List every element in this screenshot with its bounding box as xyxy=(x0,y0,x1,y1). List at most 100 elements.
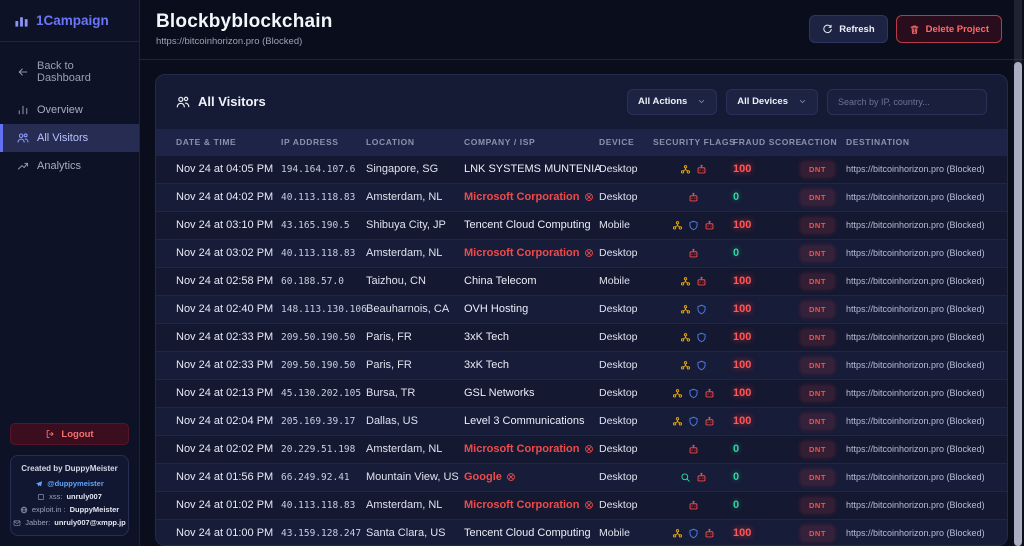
cell-datetime: Nov 24 at 01:56 PM xyxy=(176,471,281,483)
devices-filter-value: All Devices xyxy=(737,96,788,107)
table-row: Nov 24 at 02:40 PM148.113.130.106Beauhar… xyxy=(156,295,1007,323)
sidebar-item-analytics[interactable]: Analytics xyxy=(0,152,139,180)
cell-device: Mobile xyxy=(599,219,653,231)
cell-destination: https://bitcoinhorizon.pro (Blocked) xyxy=(846,220,987,230)
bot-flag-icon xyxy=(704,388,715,399)
cell-company: Tencent Cloud Computing xyxy=(464,219,599,231)
cell-destination: https://bitcoinhorizon.pro (Blocked) xyxy=(846,248,987,258)
cell-location: Dallas, US xyxy=(366,415,464,427)
proxy-flag-icon xyxy=(672,388,683,399)
cell-destination: https://bitcoinhorizon.pro (Blocked) xyxy=(846,360,987,370)
app-logo[interactable]: 1Campaign xyxy=(0,0,139,41)
telegram-icon xyxy=(35,480,43,488)
cell-device: Mobile xyxy=(599,275,653,287)
mail-icon xyxy=(13,519,21,527)
cell-action: DNT xyxy=(801,246,846,261)
cell-fraud-score: 0 xyxy=(733,499,801,511)
cell-security-flags xyxy=(653,304,733,315)
cell-device: Desktop xyxy=(599,247,653,259)
company-name: Level 3 Communications xyxy=(464,415,584,427)
column-header: SECURITY FLAGS xyxy=(653,137,733,147)
dnt-badge: DNT xyxy=(801,218,834,233)
cell-fraud-score: 0 xyxy=(733,443,801,455)
cell-ip-address: 66.249.92.41 xyxy=(281,472,366,483)
bot-flag-icon xyxy=(704,220,715,231)
cell-device: Desktop xyxy=(599,303,653,315)
cell-ip-address: 40.113.118.83 xyxy=(281,248,366,259)
actions-filter-dropdown[interactable]: All Actions xyxy=(627,89,717,115)
company-name: China Telecom xyxy=(464,275,537,287)
cell-company: Microsoft Corporation xyxy=(464,443,599,455)
cell-company: OVH Hosting xyxy=(464,303,599,315)
cell-company: Tencent Cloud Computing xyxy=(464,527,599,539)
cell-fraud-score: 0 xyxy=(733,471,801,483)
cell-location: Singapore, SG xyxy=(366,163,464,175)
cell-company: Microsoft Corporation xyxy=(464,499,599,511)
cell-fraud-score: 100 xyxy=(733,415,801,427)
cell-destination: https://bitcoinhorizon.pro (Blocked) xyxy=(846,416,987,426)
logout-button[interactable]: Logout xyxy=(10,423,129,445)
table-row: Nov 24 at 02:02 PM20.229.51.198Amsterdam… xyxy=(156,435,1007,463)
company-name: Google xyxy=(464,471,502,483)
search-input[interactable] xyxy=(827,89,987,115)
shield-flag-icon xyxy=(688,416,699,427)
cell-fraud-score: 100 xyxy=(733,331,801,343)
cell-action: DNT xyxy=(801,302,846,317)
credit-line: Jabber:unruly007@xmpp.jp xyxy=(17,518,122,527)
dnt-badge: DNT xyxy=(801,162,834,177)
cell-security-flags xyxy=(653,164,733,175)
shield-flag-icon xyxy=(688,528,699,539)
refresh-button[interactable]: Refresh xyxy=(809,15,887,43)
company-name: Tencent Cloud Computing xyxy=(464,527,591,539)
refresh-icon xyxy=(822,24,833,35)
cell-fraud-score: 100 xyxy=(733,275,801,287)
table-row: Nov 24 at 02:33 PM209.50.190.50Paris, FR… xyxy=(156,323,1007,351)
cell-datetime: Nov 24 at 02:02 PM xyxy=(176,443,281,455)
sidebar-item-overview[interactable]: Overview xyxy=(0,96,139,124)
cell-fraud-score: 100 xyxy=(733,163,801,175)
cell-datetime: Nov 24 at 03:02 PM xyxy=(176,247,281,259)
cell-security-flags xyxy=(653,360,733,371)
search-flag-icon xyxy=(680,472,691,483)
blocked-icon xyxy=(584,444,594,454)
blocked-icon xyxy=(506,472,516,482)
cell-datetime: Nov 24 at 02:33 PM xyxy=(176,359,281,371)
blocked-icon xyxy=(584,500,594,510)
company-name: 3xK Tech xyxy=(464,331,509,343)
blocked-icon xyxy=(584,248,594,258)
dnt-badge: DNT xyxy=(801,246,834,261)
back-to-dashboard-link[interactable]: Back to Dashboard xyxy=(0,52,139,92)
cell-ip-address: 148.113.130.106 xyxy=(281,304,366,315)
users-icon xyxy=(176,95,190,109)
page-subtitle: https://bitcoinhorizon.pro (Blocked) xyxy=(156,36,333,47)
bar-chart-logo-icon xyxy=(14,13,29,28)
shield-flag-icon xyxy=(688,388,699,399)
cell-security-flags xyxy=(653,192,733,203)
table-row: Nov 24 at 01:00 PM43.159.128.247Santa Cl… xyxy=(156,519,1007,546)
cell-action: DNT xyxy=(801,162,846,177)
cell-security-flags xyxy=(653,472,733,483)
dnt-badge: DNT xyxy=(801,526,834,541)
scrollbar-thumb[interactable] xyxy=(1014,62,1022,546)
cell-device: Desktop xyxy=(599,191,653,203)
sidebar-item-all-visitors[interactable]: All Visitors xyxy=(0,124,139,152)
delete-project-button[interactable]: Delete Project xyxy=(896,15,1002,43)
table-row: Nov 24 at 04:05 PM194.164.107.6Singapore… xyxy=(156,155,1007,183)
page-header: Blockbyblockchain https://bitcoinhorizon… xyxy=(140,0,1024,60)
cell-company: 3xK Tech xyxy=(464,359,599,371)
devices-filter-dropdown[interactable]: All Devices xyxy=(726,89,818,115)
cell-datetime: Nov 24 at 02:33 PM xyxy=(176,331,281,343)
cell-security-flags xyxy=(653,248,733,259)
cell-action: DNT xyxy=(801,218,846,233)
card-title-label: All Visitors xyxy=(198,94,266,109)
cell-ip-address: 40.113.118.83 xyxy=(281,192,366,203)
users-icon xyxy=(17,132,29,144)
credit-value: @duppymeister xyxy=(47,479,104,488)
table-row: Nov 24 at 02:04 PM205.169.39.17Dallas, U… xyxy=(156,407,1007,435)
credits-card: Created by DuppyMeister @duppymeisterxss… xyxy=(10,455,129,536)
cell-location: Amsterdam, NL xyxy=(366,499,464,511)
cell-fraud-score: 0 xyxy=(733,247,801,259)
cell-device: Desktop xyxy=(599,443,653,455)
page-scrollbar[interactable] xyxy=(1014,0,1022,546)
cell-action: DNT xyxy=(801,274,846,289)
